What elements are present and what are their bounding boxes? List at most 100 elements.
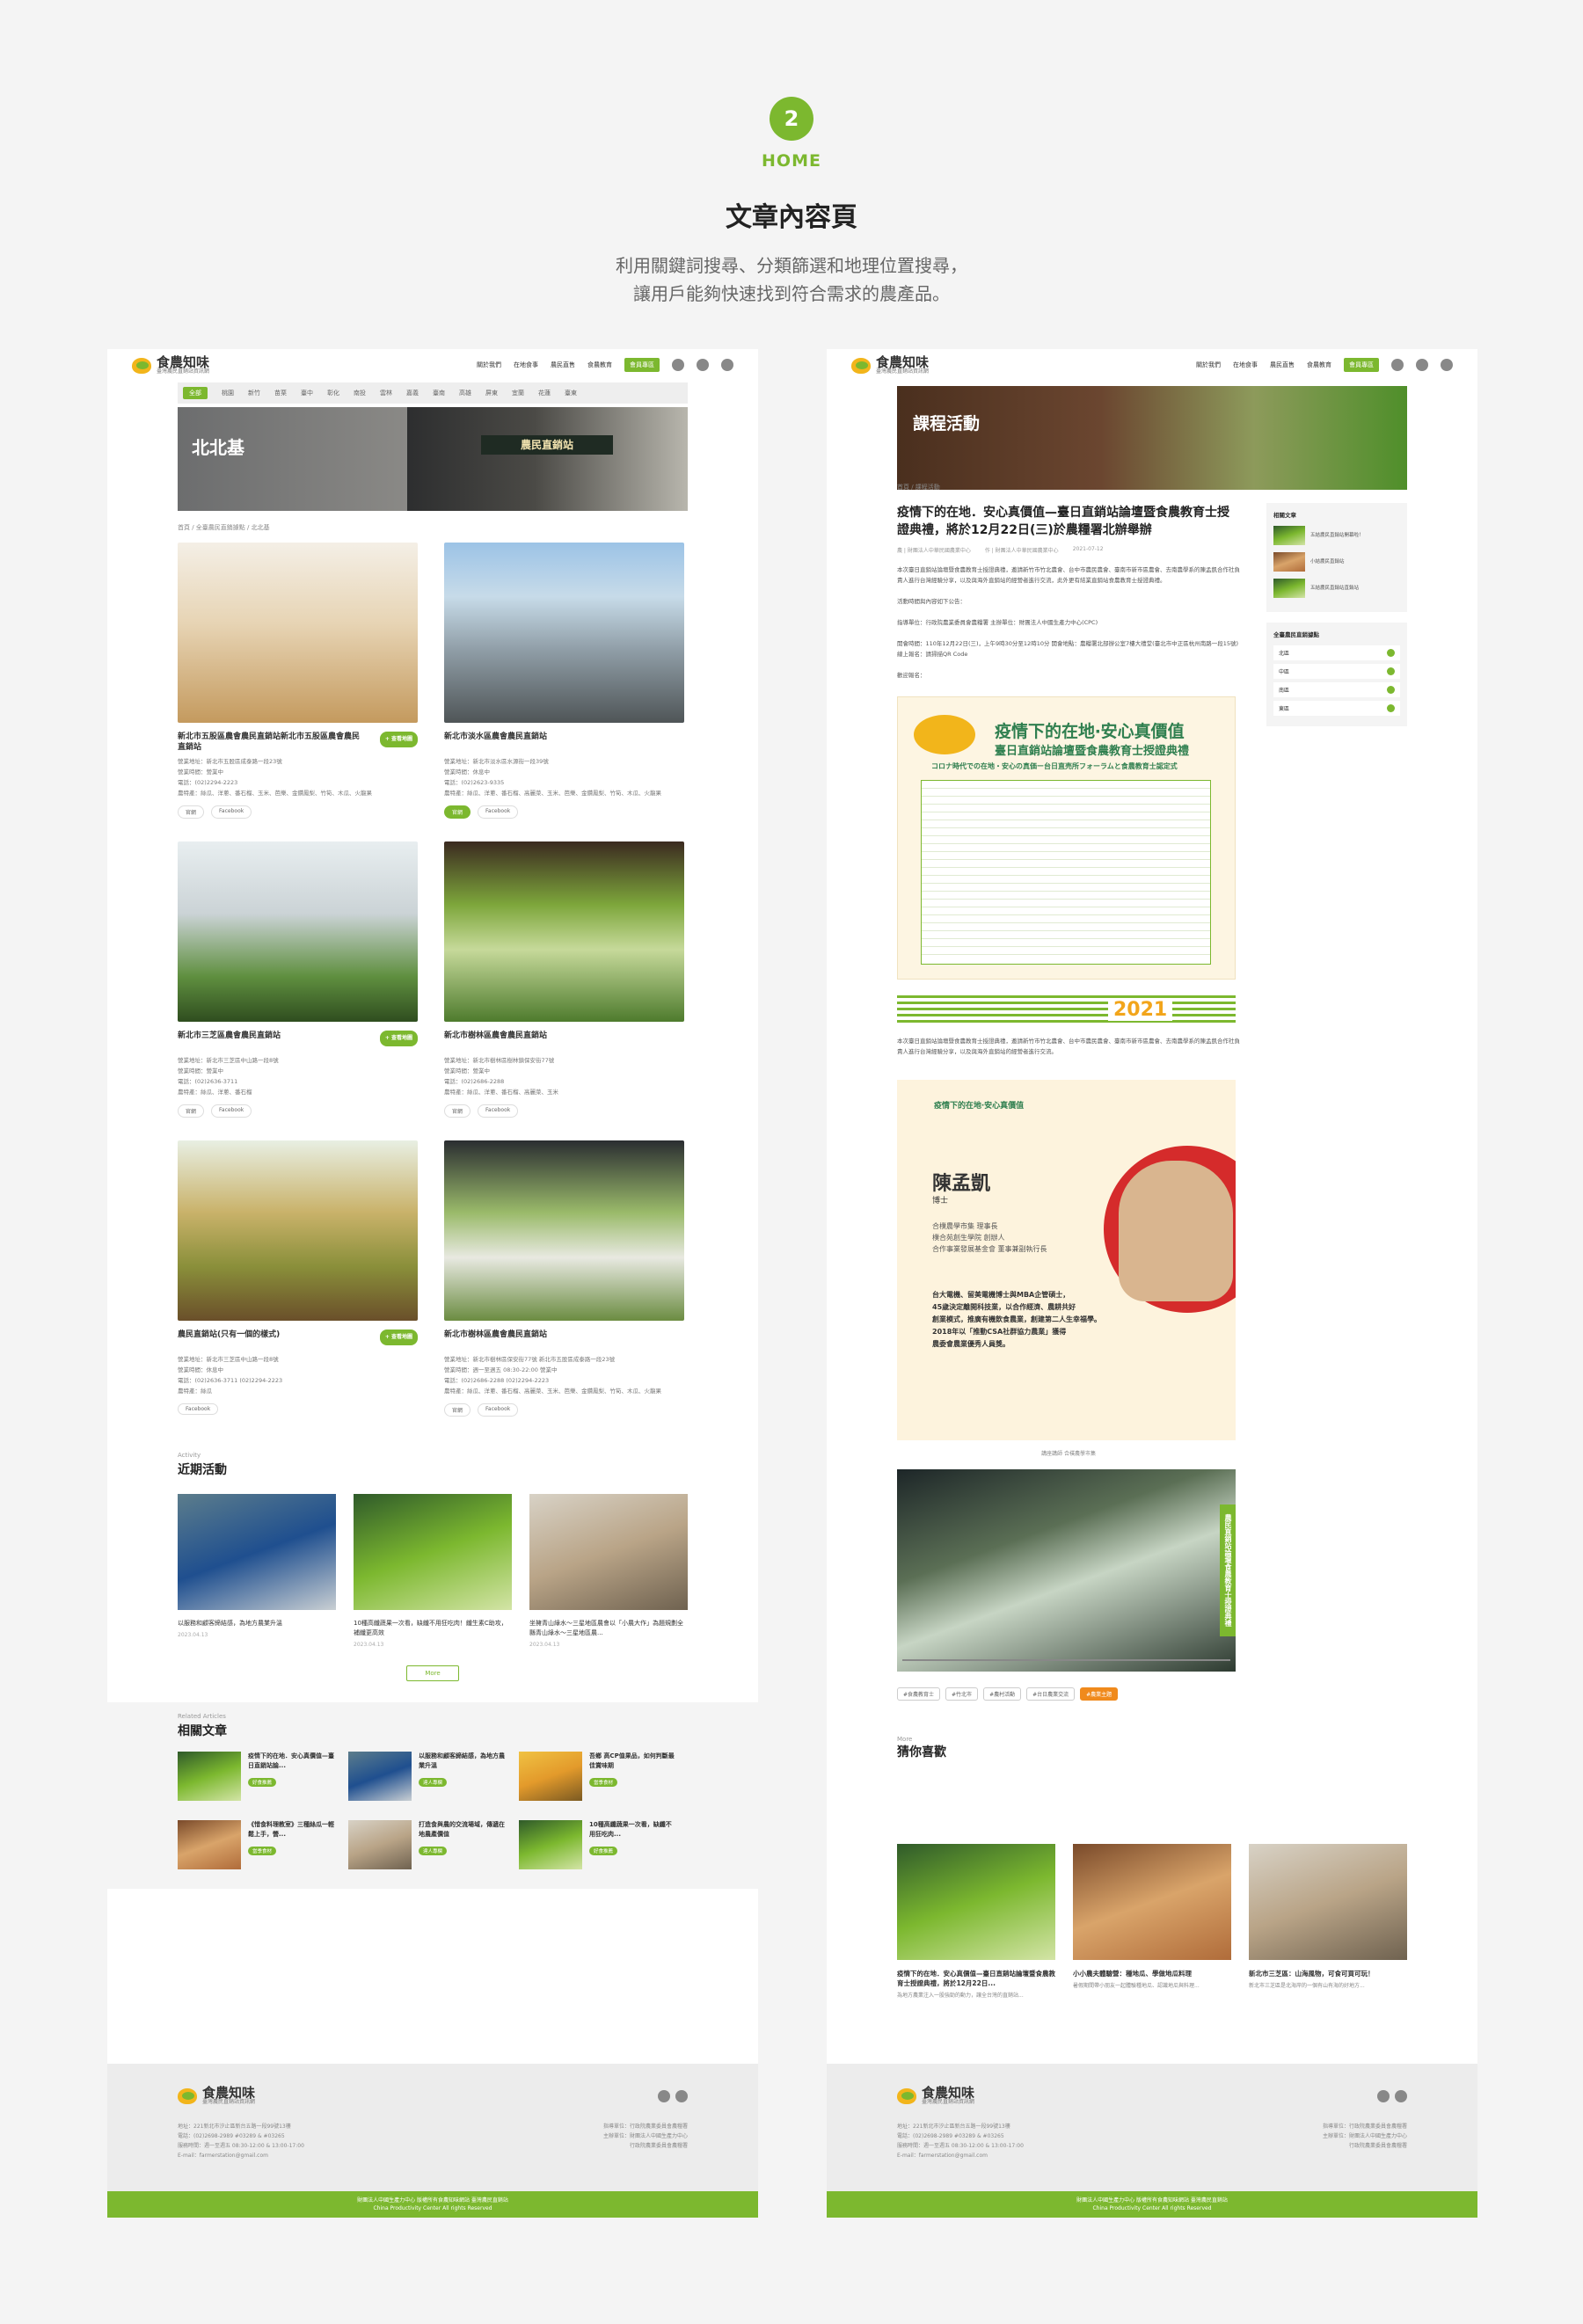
logo-icon (178, 2088, 197, 2104)
region-tab[interactable]: 宜蘭 (512, 389, 524, 397)
region-tab[interactable]: 全部 (183, 387, 208, 399)
youtube-icon[interactable] (675, 2090, 688, 2102)
activity-card[interactable]: 坐擁青山綠水～三星地區農會以「小農大作」為題規劃全縣青山綠水～三星地區農... 2… (529, 1494, 688, 1648)
region-tab[interactable]: 臺東 (565, 389, 577, 397)
nav-edu[interactable]: 食農教育 (1307, 361, 1331, 369)
region-tab[interactable]: 臺中 (301, 389, 313, 397)
tag[interactable]: #台日農業交流 (1026, 1687, 1076, 1701)
region-tab[interactable]: 屏東 (485, 389, 498, 397)
logo-icon (897, 2088, 916, 2104)
recommend-card[interactable]: 新北市三芝區：山海風物，可食可買可玩！ 新北市三芝區是北海岸的一個有山有海的好地方… (1249, 1844, 1407, 2000)
facebook-button[interactable]: Facebook (211, 1104, 252, 1118)
youtube-icon[interactable] (721, 359, 733, 371)
site-logo[interactable]: 食農知味 臺灣農民直銷站資訊網 (132, 356, 209, 375)
search-icon[interactable] (672, 359, 684, 371)
map-button[interactable]: + 查看地圖 (379, 732, 418, 747)
nav-local[interactable]: 在地食事 (1233, 361, 1258, 369)
activity-card[interactable]: 以服務和顧客締結感，為地方農業升溫 2023.04.13 (178, 1494, 336, 1648)
video-progress[interactable] (902, 1659, 1230, 1661)
related-item[interactable]: 疫情下的在地．安心真價值—臺日直銷站論... 好食推薦 (178, 1752, 336, 1801)
facebook-button[interactable]: Facebook (478, 1104, 519, 1118)
activity-card[interactable]: 10種高纖蔬果一次看，缺纖不用狂吃肉！纖生素C助攻，補纖更高效 2023.04.1… (354, 1494, 512, 1648)
region-item[interactable]: 中區 (1273, 664, 1400, 679)
related-item[interactable]: 打造食與農的交流場域，傳遞在地農產價值 達人專欄 (348, 1820, 507, 1869)
store-photo[interactable] (178, 1140, 418, 1321)
region-tab[interactable]: 苗栗 (274, 389, 287, 397)
website-button[interactable]: 官網 (444, 1104, 471, 1118)
sidebar-item[interactable]: 五結農民直銷站直銷站 (1273, 579, 1400, 598)
recommend-card[interactable]: 疫情下的在地．安心真價值—臺日直銷站論壇暨食農教育士授證典禮，將於12月22日.… (897, 1844, 1055, 2000)
store-photo[interactable] (178, 841, 418, 1022)
sidebar-item[interactable]: 五結農民直銷站開幕啦！ (1273, 526, 1400, 545)
video-player[interactable]: 農民直銷站論壇食農教育士授證典禮 (897, 1469, 1236, 1672)
region-tab[interactable]: 彰化 (327, 389, 339, 397)
store-photo[interactable] (444, 1140, 684, 1321)
article-title: 疫情下的在地．安心真價值—臺日直銷站論壇暨食農教育士授證典禮，將於12月22日(… (897, 506, 1229, 537)
nav-direct[interactable]: 農民直售 (1270, 361, 1295, 369)
tag[interactable]: #竹北市 (945, 1687, 979, 1701)
site-footer: 食農知味 臺灣農民直銷站資訊網 地址：221新北市汐止區新台五路一段99號13樓電… (107, 2064, 758, 2218)
banner-sign: 農民直銷站 (481, 435, 613, 455)
tag[interactable]: #農村活動 (983, 1687, 1022, 1701)
footer-logo[interactable]: 食農知味 臺灣農民直銷站資訊網 (178, 2087, 255, 2106)
facebook-button[interactable]: Facebook (478, 805, 519, 819)
region-tab[interactable]: 花蓮 (538, 389, 551, 397)
facebook-button[interactable]: Facebook (478, 1403, 519, 1417)
tag[interactable]: #農業主題 (1080, 1687, 1119, 1701)
related-item[interactable]: 以服務和顧客締結感，為地方農業升溫 達人專欄 (348, 1752, 507, 1801)
arrow-icon (1387, 704, 1395, 712)
nav-member-button[interactable]: 會員專區 (1344, 358, 1379, 372)
copyright-bar: 財團法人中國生產力中心 版權所有食農知味網站 臺灣農民直銷站 China Prod… (827, 2191, 1477, 2218)
region-tab[interactable]: 南投 (354, 389, 366, 397)
related-item[interactable]: 10種高纖蔬果一次看，缺纖不用狂吃肉... 好食推薦 (519, 1820, 677, 1869)
article-paragraph: 歡迎報名： (897, 672, 926, 679)
related-list: 疫情下的在地．安心真價值—臺日直銷站論... 好食推薦 以服務和顧客締結感，為地方… (178, 1752, 688, 1869)
website-button[interactable]: 官網 (444, 805, 471, 819)
website-button[interactable]: 官網 (178, 1104, 205, 1118)
store-photo[interactable] (444, 841, 684, 1022)
region-item[interactable]: 北區 (1273, 645, 1400, 660)
recommend-card[interactable]: 小小農夫體驗營：種地瓜、學做地瓜料理 暑假期間帶小朋友一起體驗種地瓜、認識地瓜與料… (1073, 1844, 1231, 2000)
youtube-icon[interactable] (1441, 359, 1453, 371)
search-icon[interactable] (1391, 359, 1404, 371)
article-paragraph: 指導單位：行政院農業委員會農糧署 主辦單位：財團法人中國生產力中心(CPC) (897, 619, 1098, 626)
nav-about[interactable]: 關於我們 (1196, 361, 1221, 369)
tag[interactable]: #食農教育士 (897, 1687, 941, 1701)
more-button[interactable]: More (406, 1665, 459, 1681)
region-tab[interactable]: 嘉義 (406, 389, 419, 397)
nav-edu[interactable]: 食農教育 (587, 361, 612, 369)
facebook-icon[interactable] (1377, 2090, 1390, 2102)
facebook-icon[interactable] (658, 2090, 670, 2102)
footer-logo[interactable]: 食農知味 臺灣農民直銷站資訊網 (897, 2087, 974, 2106)
nav-local[interactable]: 在地食事 (514, 361, 538, 369)
nav-about[interactable]: 關於我們 (477, 361, 501, 369)
sidebar-item[interactable]: 小結農民直銷站 (1273, 552, 1400, 572)
region-tab[interactable]: 桃園 (222, 389, 234, 397)
nav-member-button[interactable]: 會員專區 (624, 358, 660, 372)
region-tab[interactable]: 臺南 (433, 389, 445, 397)
image-caption: 講座講師 合樸農學市集 (1041, 1451, 1096, 1457)
site-logo[interactable]: 食農知味 臺灣農民直銷站資訊網 (851, 356, 929, 375)
region-tab[interactable]: 雲林 (380, 389, 392, 397)
related-item[interactable]: 《惜食料理教室》三種絲瓜一輕鬆上手，營... 當季食材 (178, 1820, 336, 1869)
youtube-icon[interactable] (1395, 2090, 1407, 2102)
section-label: HOME (762, 151, 821, 171)
nav-direct[interactable]: 農民直售 (551, 361, 575, 369)
map-button[interactable]: + 查看地圖 (379, 1031, 418, 1046)
facebook-button[interactable]: Facebook (211, 805, 252, 819)
related-item[interactable]: 吾鄉 高CP值果品，如何判斷最佳賞味期 當季食材 (519, 1752, 677, 1801)
speaker-photo (1119, 1161, 1233, 1301)
map-button[interactable]: + 查看地圖 (379, 1330, 418, 1345)
region-tab[interactable]: 高雄 (459, 389, 471, 397)
region-item[interactable]: 南區 (1273, 682, 1400, 697)
facebook-icon[interactable] (697, 359, 709, 371)
section-title: 相關文章 (178, 1724, 227, 1738)
store-photo[interactable] (178, 543, 418, 723)
region-item[interactable]: 東區 (1273, 701, 1400, 716)
facebook-icon[interactable] (1416, 359, 1428, 371)
website-button[interactable]: 官網 (178, 805, 205, 819)
facebook-button[interactable]: Facebook (178, 1403, 219, 1415)
region-tab[interactable]: 新竹 (248, 389, 260, 397)
website-button[interactable]: 官網 (444, 1403, 471, 1417)
store-photo[interactable] (444, 543, 684, 723)
